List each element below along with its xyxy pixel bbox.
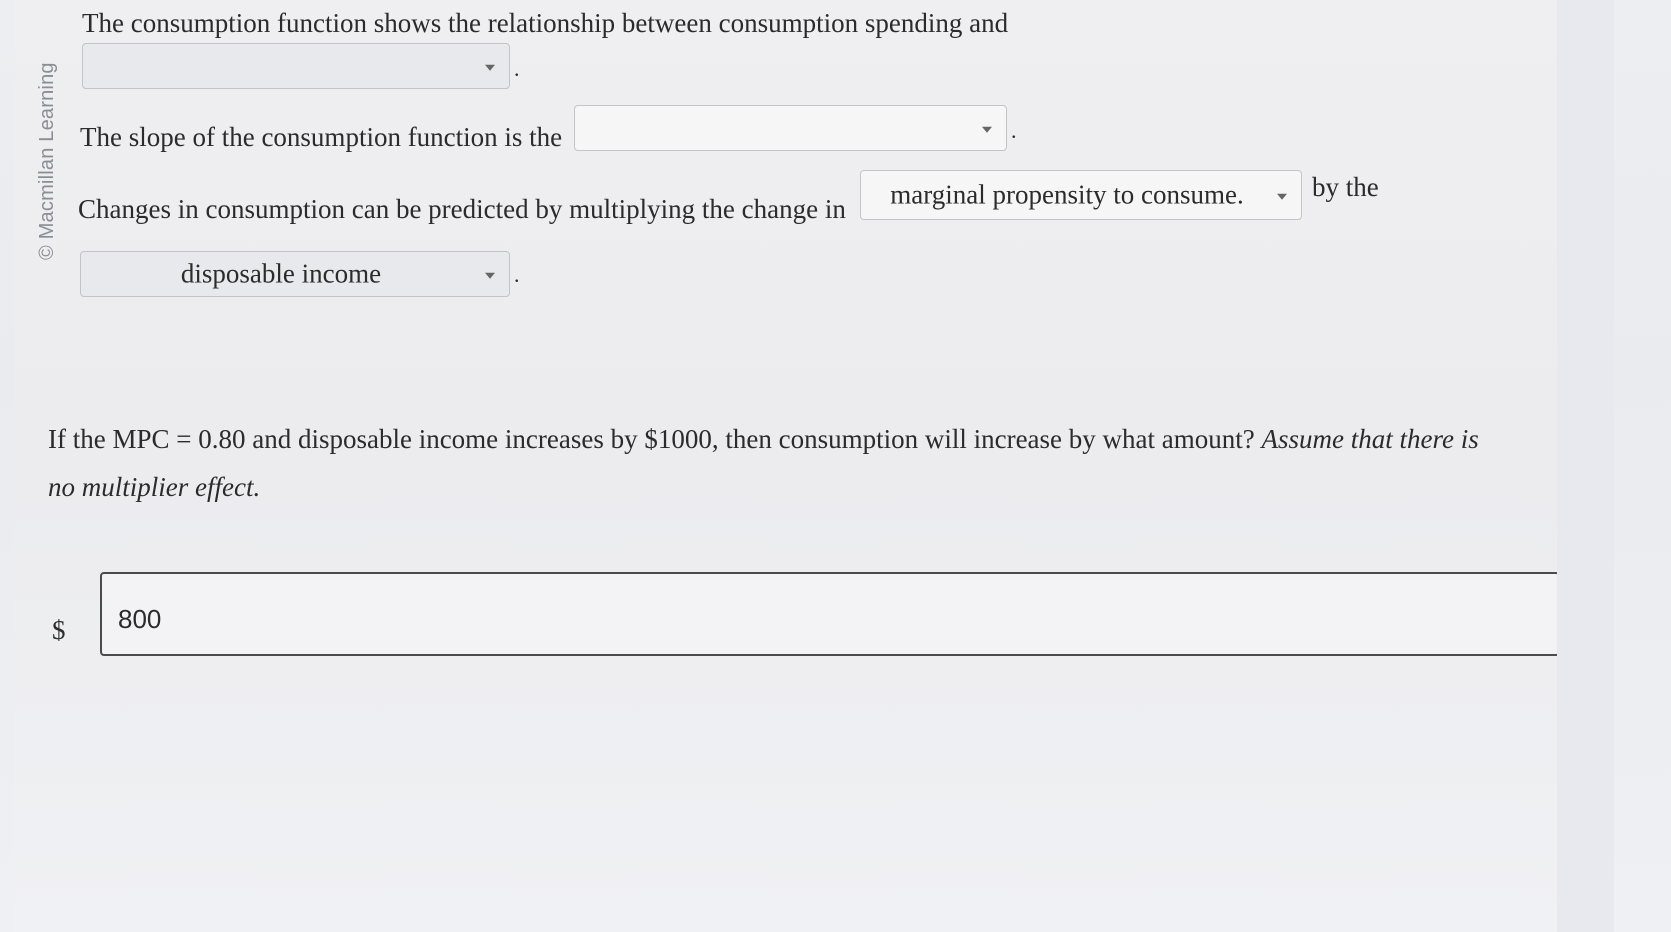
mpc-question: If the MPC = 0.80 and disposable income … (48, 415, 1488, 511)
q3-period: . (514, 262, 520, 287)
q1-dropdown[interactable] (82, 43, 510, 89)
chevron-down-icon (1277, 193, 1287, 200)
q3-dropdown-2[interactable]: disposable income (80, 251, 510, 297)
question-page: © Macmillan Learning The consumption fun… (14, 0, 1614, 932)
q1-period: . (514, 56, 520, 81)
page-edge (1557, 0, 1614, 932)
currency-symbol: $ (52, 615, 66, 645)
q2-text: The slope of the consumption function is… (80, 122, 563, 152)
q2-dropdown[interactable] (574, 105, 1007, 151)
mpc-question-text: If the MPC = 0.80 and disposable income … (48, 424, 1255, 454)
q3-text-before: Changes in consumption can be predicted … (78, 194, 846, 224)
chevron-down-icon (485, 272, 495, 279)
copyright-watermark: © Macmillan Learning (36, 62, 58, 260)
chevron-down-icon (485, 64, 495, 71)
q3-text-middle: by the (1312, 172, 1379, 202)
answer-input[interactable]: 800 (100, 572, 1560, 656)
chevron-down-icon (982, 126, 992, 133)
q3-dropdown-1[interactable]: marginal propensity to consume. (860, 170, 1302, 220)
q3-dropdown-2-value: disposable income (180, 258, 382, 289)
q1-text: The consumption function shows the relat… (82, 8, 1009, 38)
screen: © Macmillan Learning The consumption fun… (0, 0, 1671, 932)
q3-dropdown-1-value: marginal propensity to consume. (890, 179, 1244, 210)
q2-period: . (1011, 118, 1017, 143)
